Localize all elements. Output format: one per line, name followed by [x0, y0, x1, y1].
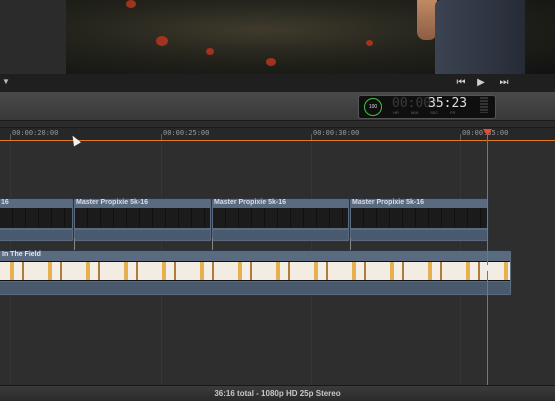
clip-title: Master Propixie 5k-16	[76, 199, 148, 206]
clip-connected[interactable]: Master Propixie 5k-16	[73, 198, 212, 242]
ruler-tick	[10, 134, 11, 140]
clip-connected[interactable]: Master Propixie 5k-16	[211, 198, 350, 242]
play-icon[interactable]: ▶	[472, 77, 490, 89]
skip-back-icon[interactable]: ⏮	[452, 77, 470, 89]
clip-filmstrip	[351, 208, 487, 228]
playhead-marker	[485, 265, 491, 271]
ruler-label: 00:00:20:00	[12, 129, 59, 137]
ruler-tick	[460, 134, 461, 140]
clip-filmstrip	[213, 208, 348, 228]
clip-filmstrip	[0, 261, 510, 281]
timecode-value: 35:23	[428, 96, 468, 111]
tc-label-fr: FR	[450, 110, 456, 115]
tc-label-min: MIN	[411, 110, 419, 115]
ruler-label: 00:00:30:00	[313, 129, 360, 137]
tc-label-sec: SEC	[430, 110, 439, 115]
separator	[0, 121, 555, 128]
skip-forward-icon[interactable]: ⏭	[495, 77, 513, 89]
clip-filmstrip	[0, 208, 72, 228]
ruler-tick	[311, 134, 312, 140]
menu-arrow-icon[interactable]: ▼	[2, 77, 12, 89]
playhead[interactable]	[487, 133, 488, 385]
clip-audio	[75, 230, 210, 240]
clip-title: In The Field	[2, 251, 41, 258]
clip-connector	[212, 238, 213, 250]
clip-connected[interactable]: Master Propixie 5k-16	[349, 198, 489, 242]
tc-label-hr: HR	[393, 110, 399, 115]
clip-audio	[351, 230, 487, 240]
clip-audio	[213, 230, 348, 240]
audio-meter-icon	[480, 97, 488, 113]
viewer-canvas[interactable]	[66, 0, 555, 74]
background-task-progress[interactable]: 100	[364, 98, 382, 116]
viewer-sidebar	[0, 0, 66, 74]
clip-audio	[0, 282, 510, 294]
clip-primary-storyline[interactable]: In The Field	[0, 250, 512, 296]
clip-connected[interactable]: 16	[0, 198, 74, 242]
ruler-tick	[161, 134, 162, 140]
clip-connector	[350, 238, 351, 250]
project-status-text: 36:16 total - 1080p HD 25p Stereo	[0, 385, 555, 401]
ruler-label: 00:00:25:00	[163, 129, 210, 137]
clip-audio	[0, 230, 72, 240]
clip-connector	[74, 238, 75, 250]
clip-title: 16	[1, 199, 9, 206]
clip-filmstrip	[75, 208, 210, 228]
clip-title: Master Propixie 5k-16	[352, 199, 424, 206]
clip-title: Master Propixie 5k-16	[214, 199, 286, 206]
